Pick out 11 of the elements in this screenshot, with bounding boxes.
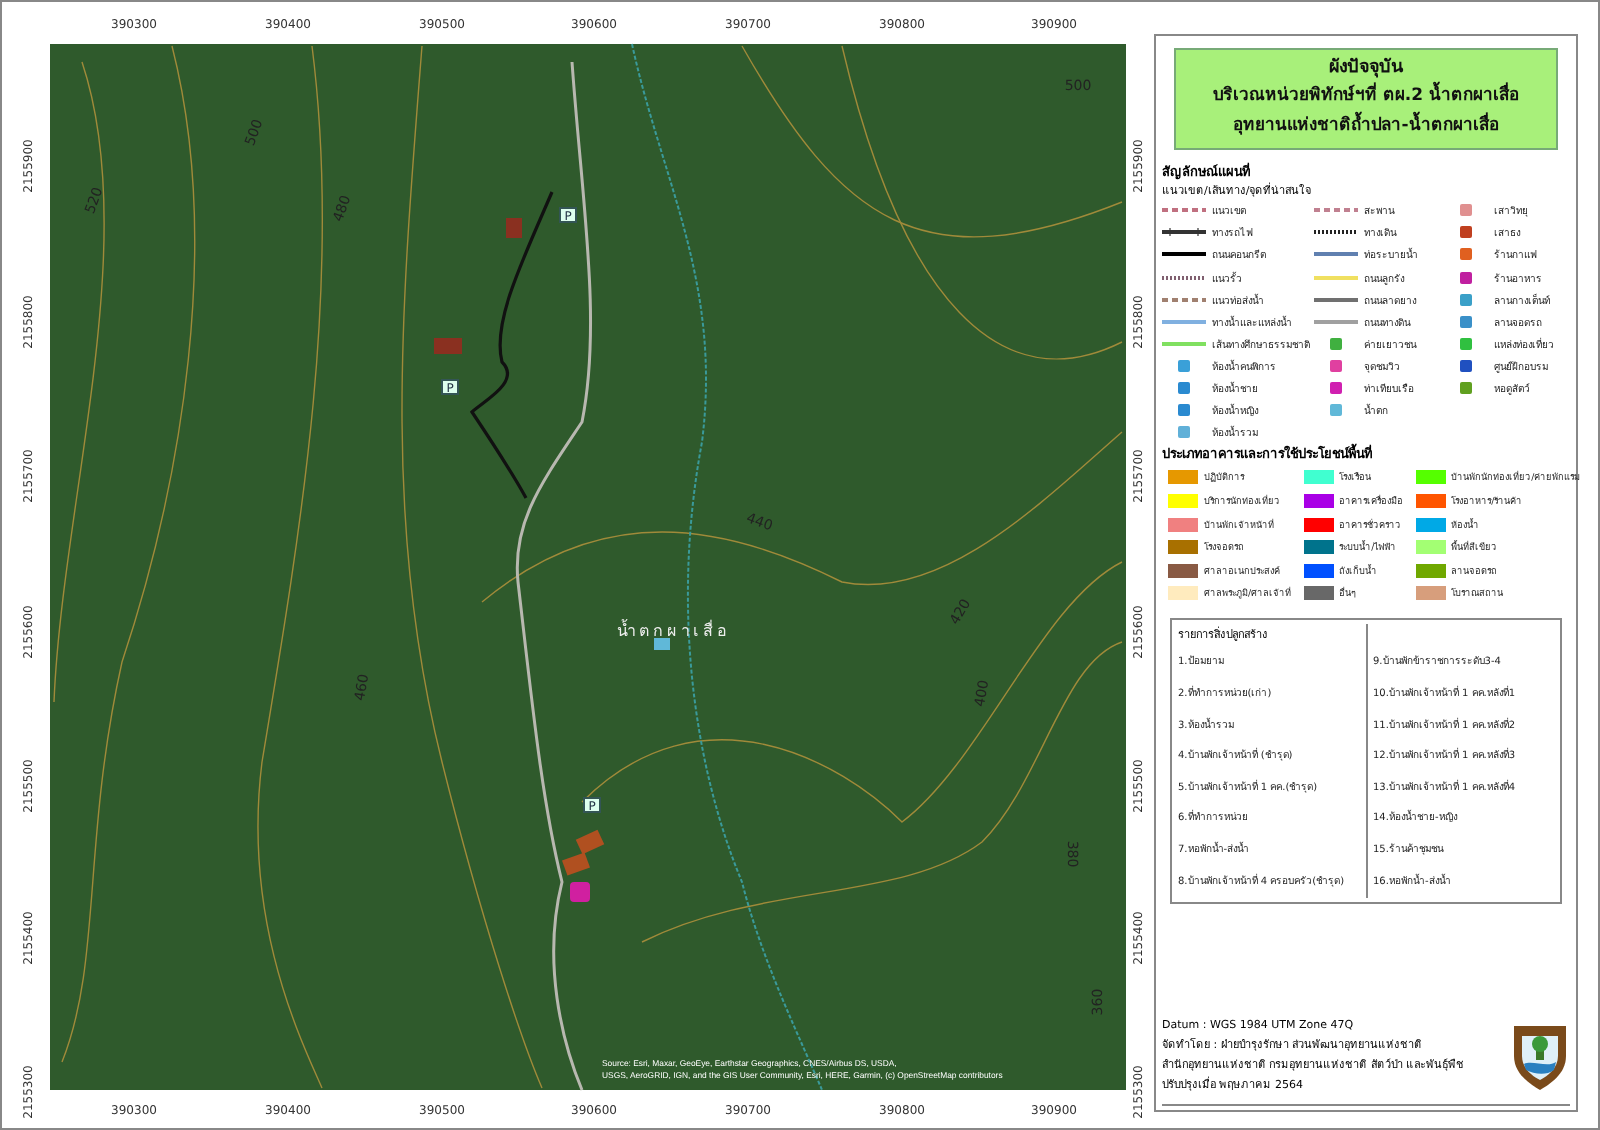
building-footprint	[562, 852, 590, 876]
map-title: ผังปัจจุบัน	[1327, 56, 1405, 82]
map-title: บริเวณหน่วยพิทักษ์ฯที่ ตผ.2 น้ำตกผาเสื่อ	[1180, 82, 1552, 112]
building-footprint	[506, 218, 522, 238]
park-emblem-icon	[1510, 1020, 1570, 1092]
restaurant-icon	[570, 882, 590, 902]
waterfall-label: น้ำตกผาเสื่อ	[617, 622, 731, 640]
map-title: อุทยานแห่งชาติถ้ำปลา-น้ำตกผาเสื่อ	[1180, 112, 1552, 142]
building-footprint	[575, 829, 605, 855]
building-footprint	[434, 338, 462, 354]
waterfall-icon	[654, 638, 670, 650]
